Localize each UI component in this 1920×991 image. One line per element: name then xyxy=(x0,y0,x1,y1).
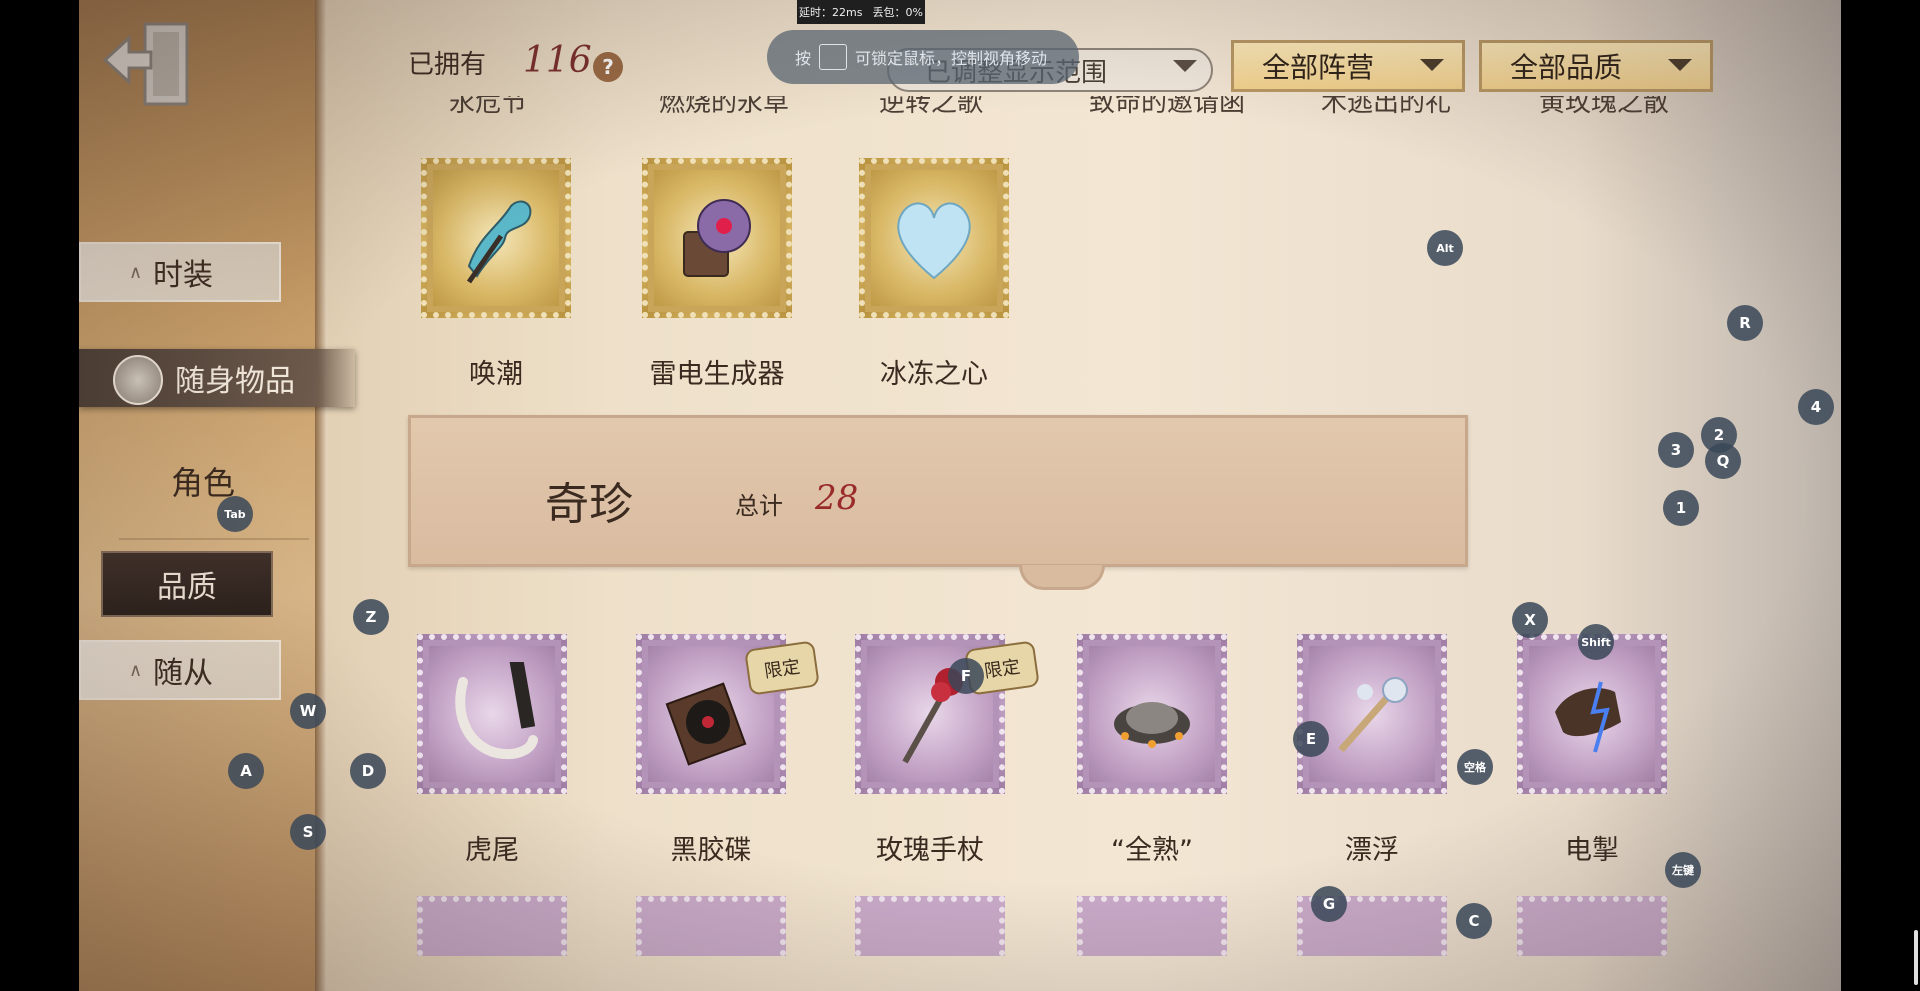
filter-role[interactable]: 角色 xyxy=(171,458,235,504)
section-total-label: 总计 xyxy=(735,492,783,520)
packet-loss-text: 丢包：0% xyxy=(872,6,923,19)
key-hint: G xyxy=(1311,886,1347,922)
lightning-icon xyxy=(1555,681,1621,753)
item-name: 玫瑰手杖 xyxy=(876,835,984,866)
caret-up-icon: ∧ xyxy=(129,261,143,283)
filter-quality[interactable]: 品质 xyxy=(101,551,273,617)
item-card[interactable] xyxy=(636,896,786,956)
faction-dropdown[interactable]: 全部阵营 xyxy=(1231,40,1465,92)
item-card[interactable] xyxy=(1077,896,1227,956)
banner-notch xyxy=(1019,565,1105,590)
hint-text: 可锁定鼠标，控制视角移动 xyxy=(855,49,1048,68)
item-label: 燃烧的永草 xyxy=(659,96,790,118)
section-title: 奇珍 xyxy=(545,479,633,530)
item-name: 黑胶碟 xyxy=(670,835,752,866)
thunder-generator-icon xyxy=(683,199,751,277)
item-card[interactable] xyxy=(855,896,1005,956)
key-hint: Alt xyxy=(1427,230,1463,266)
limited-badge: 限定 xyxy=(744,640,820,696)
well-done-icon xyxy=(1114,702,1190,748)
tab-follower-label: 随从 xyxy=(153,656,213,691)
tab-follower[interactable]: ∧ 随从 xyxy=(79,640,281,700)
key-hint: E xyxy=(1293,721,1329,757)
key-hint: F xyxy=(948,658,984,694)
owned-label: 已拥有 xyxy=(408,50,487,80)
key-hint: Z xyxy=(353,599,389,635)
chevron-down-icon xyxy=(1420,59,1444,71)
item-card-tiger-tail[interactable] xyxy=(417,634,567,794)
item-name: 冰冻之心 xyxy=(880,359,988,390)
faction-dropdown-label: 全部阵营 xyxy=(1262,51,1375,84)
item-label: 黄玫瑰之散 xyxy=(1539,96,1670,118)
tab-accessories-label: 随身物品 xyxy=(175,364,295,399)
accessory-emblem-icon xyxy=(113,355,163,405)
scrollbar[interactable] xyxy=(1914,930,1918,985)
tab-accessories[interactable]: 随身物品 xyxy=(79,349,355,407)
key-hint: 3 xyxy=(1658,432,1694,468)
item-name: 唤潮 xyxy=(469,359,523,390)
performance-bar: 延时：22ms 丢包：0% xyxy=(797,0,925,24)
key-hint: 左键 xyxy=(1665,852,1701,888)
exit-icon[interactable] xyxy=(99,16,199,116)
tide-icon xyxy=(466,200,532,284)
chevron-down-icon xyxy=(1173,60,1197,72)
key-hint: W xyxy=(290,693,326,729)
item-name: 虎尾 xyxy=(465,835,519,866)
key-hint: D xyxy=(350,753,386,789)
item-name: “全熟” xyxy=(1111,835,1193,866)
quality-dropdown[interactable]: 全部品质 xyxy=(1479,40,1713,92)
item-card-frozen-heart[interactable] xyxy=(859,158,1009,318)
key-hint: C xyxy=(1456,903,1492,939)
caret-up-icon: ∧ xyxy=(129,659,143,681)
key-hint: 1 xyxy=(1663,490,1699,526)
quality-dropdown-label: 全部品质 xyxy=(1510,51,1623,84)
chevron-down-icon xyxy=(1668,59,1692,71)
hint-prefix: 按 xyxy=(795,49,812,68)
item-label: 永危节 xyxy=(449,96,528,118)
item-label: 致命的邀请函 xyxy=(1089,96,1246,118)
previous-row-labels: 永危节 燃烧的永草 逆转之歌 致命的邀请函 木逃出的礼 黄玫瑰之散 xyxy=(409,96,1789,122)
tab-costume[interactable]: ∧ 时装 xyxy=(79,242,281,302)
help-icon[interactable]: ? xyxy=(593,52,623,82)
tab-costume-label: 时装 xyxy=(153,258,213,293)
mouse-lock-hint: 按 可锁定鼠标，控制视角移动 xyxy=(767,30,1079,84)
owned-count: 116 xyxy=(523,40,592,81)
tilde-key-icon xyxy=(819,44,848,70)
divider xyxy=(119,538,309,540)
item-card-thunder-generator[interactable] xyxy=(642,158,792,318)
frozen-heart-icon xyxy=(897,202,971,280)
game-viewport: ∧ 时装 随身物品 角色 品质 ∧ 随从 永危节 燃烧的永草 逆转之歌 致命的邀… xyxy=(79,0,1841,991)
key-hint: X xyxy=(1512,602,1548,638)
latency-text: 延时：22ms xyxy=(799,6,863,19)
section-total-count: 28 xyxy=(815,478,859,518)
key-hint: 4 xyxy=(1798,389,1834,425)
key-hint: S xyxy=(290,814,326,850)
item-card[interactable] xyxy=(1517,896,1667,956)
key-hint: Q xyxy=(1705,443,1741,479)
item-card-tide[interactable] xyxy=(421,158,571,318)
key-hint: 空格 xyxy=(1457,749,1493,785)
vinyl-icon xyxy=(665,682,747,766)
item-label: 逆转之歌 xyxy=(879,96,984,118)
item-name: 漂浮 xyxy=(1345,835,1399,866)
item-card-well-done[interactable] xyxy=(1077,634,1227,794)
item-name: 雷电生成器 xyxy=(649,359,785,390)
item-label: 木逃出的礼 xyxy=(1321,96,1452,118)
float-icon xyxy=(1338,677,1408,753)
item-card-float[interactable] xyxy=(1297,634,1447,794)
key-hint: R xyxy=(1727,305,1763,341)
key-hint: A xyxy=(228,753,264,789)
key-hint: Shift xyxy=(1578,624,1614,660)
item-card[interactable] xyxy=(417,896,567,956)
tiger-tail-icon xyxy=(455,662,538,760)
item-name: 电掣 xyxy=(1565,835,1619,866)
key-hint: Tab xyxy=(217,496,253,532)
